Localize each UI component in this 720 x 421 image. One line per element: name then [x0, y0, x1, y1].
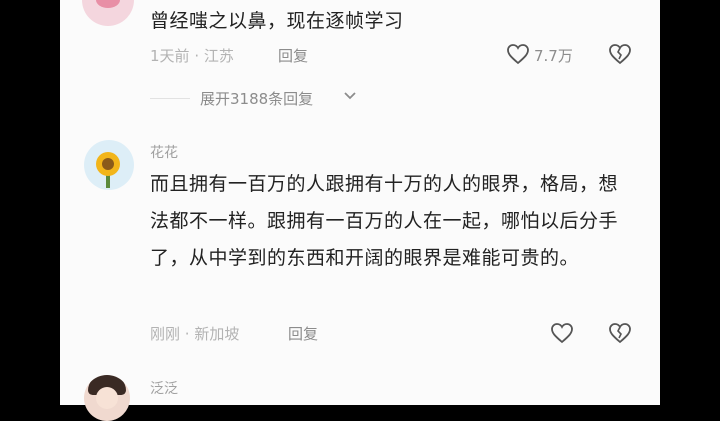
reply-button[interactable]: 回复 — [288, 323, 318, 344]
broken-heart-icon[interactable] — [608, 43, 632, 65]
meta-separator: · — [184, 325, 195, 343]
username[interactable]: 泛泛 — [150, 378, 178, 398]
right-letterbox — [660, 0, 720, 405]
comment-meta: 1天前 · 江苏 — [150, 45, 234, 66]
chevron-down-icon[interactable] — [342, 88, 358, 104]
comment-time: 1天前 — [150, 47, 190, 65]
reply-button[interactable]: 回复 — [278, 45, 308, 66]
heart-outline-icon[interactable] — [550, 322, 574, 344]
comment-text: 而且拥有一百万的人跟拥有十万的人的眼界，格局，想法都不一样。跟拥有一百万的人在一… — [150, 173, 619, 269]
expand-divider — [150, 98, 190, 99]
avatar[interactable] — [84, 375, 130, 421]
comment-meta: 刚刚 · 新加坡 — [150, 323, 239, 344]
left-letterbox — [0, 0, 60, 405]
comment-text: 曾经嗤之以鼻，现在逐帧学习 — [150, 10, 404, 32]
comment-time: 刚刚 — [150, 325, 181, 343]
comment-location: 江苏 — [203, 47, 234, 65]
like-count: 7.7万 — [534, 47, 573, 65]
expand-replies-link[interactable]: 展开3188条回复 — [200, 88, 313, 109]
avatar[interactable] — [84, 140, 134, 190]
meta-separator: · — [194, 47, 204, 65]
broken-heart-icon[interactable] — [608, 322, 632, 344]
heart-outline-icon[interactable] — [506, 43, 530, 65]
username[interactable]: 花花 — [150, 142, 178, 162]
comment-location: 新加坡 — [194, 325, 240, 343]
